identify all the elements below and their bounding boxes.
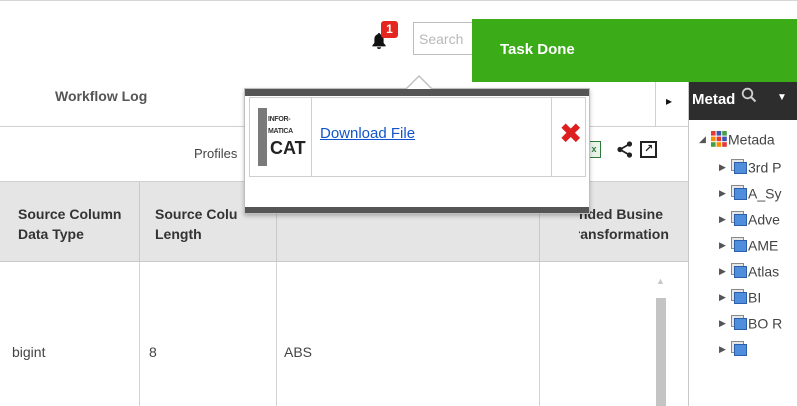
system-folder-icon xyxy=(731,263,747,279)
column-header-line2: Length xyxy=(155,226,202,242)
column-header-source-column-data-type[interactable]: Source Column Data Type xyxy=(0,182,140,262)
expand-caret-icon[interactable]: ▶ xyxy=(719,266,731,277)
tab-workflow-log[interactable]: Workflow Log xyxy=(55,88,147,104)
notification-popup: INFOR- MATICA CAT Download File ✖ xyxy=(244,75,590,214)
metadata-tree: ◢ Metada ▶ 3rd P ▶ A_Sy ▶ Adve ▶ AME ▶ Atlas … xyxy=(689,120,797,406)
tree-node[interactable]: ▶ Adve xyxy=(719,210,780,236)
tree-node[interactable]: ▶ AME xyxy=(719,236,778,262)
tree-root-node[interactable]: ◢ Metada xyxy=(699,130,775,156)
tree-node-label: Metada xyxy=(728,131,775,148)
notification-count-badge: 1 xyxy=(381,21,398,38)
profiles-label[interactable]: Profiles xyxy=(194,146,237,161)
expand-caret-icon[interactable]: ▶ xyxy=(719,214,731,225)
expand-caret-icon[interactable]: ▶ xyxy=(719,292,731,303)
tree-node[interactable]: ▶ A_Sy xyxy=(719,184,781,210)
tab-scroll-right-button[interactable]: ▸ xyxy=(655,80,688,126)
notification-message-cell: Download File xyxy=(312,98,552,176)
chevron-down-icon[interactable]: ▼ xyxy=(777,92,787,103)
logo-stripe xyxy=(258,108,267,166)
popup-bottom-border xyxy=(245,207,589,213)
chevron-right-icon: ▸ xyxy=(666,94,673,108)
task-done-toast[interactable]: Task Done xyxy=(472,19,797,82)
grid-body: bigint 8 ABS ▲ xyxy=(0,262,688,406)
tree-node-label: BO R xyxy=(748,315,783,332)
scrollbar-thumb[interactable] xyxy=(656,298,666,406)
expand-caret-icon[interactable]: ▶ xyxy=(719,344,731,355)
close-icon[interactable]: ✖ xyxy=(559,120,582,148)
tree-node-label: 3rd P xyxy=(748,159,782,176)
cell-text: 8 xyxy=(149,344,157,360)
tree-node-label: BI xyxy=(748,289,762,306)
grid-vertical-scrollbar[interactable]: ▲ xyxy=(653,262,669,406)
grid-cell-length[interactable]: 8 xyxy=(140,262,277,406)
column-header-line1: Source Column xyxy=(18,206,122,222)
share-icon[interactable] xyxy=(617,141,633,158)
expand-caret-icon[interactable]: ▶ xyxy=(719,188,731,199)
tree-node[interactable]: ▶ BI xyxy=(719,288,761,314)
download-file-link[interactable]: Download File xyxy=(320,125,415,142)
column-header-line1: nded Busine xyxy=(579,206,664,222)
scroll-up-arrow-icon[interactable]: ▲ xyxy=(656,276,665,286)
tree-node[interactable]: ▶ BO R xyxy=(719,314,782,340)
tree-node-label: AME xyxy=(748,237,779,254)
logo-text-line1: INFOR- xyxy=(268,116,291,123)
column-header-line2: Data Type xyxy=(18,226,84,242)
metadata-panel: Metad ▼ ◢ Metada ▶ 3rd P ▶ A_Sy ▶ Adve ▶ AME… xyxy=(688,80,797,406)
informatica-cat-logo: INFOR- MATICA CAT xyxy=(258,108,306,166)
system-folder-icon xyxy=(731,315,747,331)
system-folder-icon xyxy=(731,185,747,201)
column-header-line2: Transformation xyxy=(579,226,669,242)
expand-caret-icon[interactable]: ▶ xyxy=(719,240,731,251)
popup-top-border xyxy=(245,89,589,96)
notification-logo-cell: INFOR- MATICA CAT xyxy=(250,98,312,176)
tree-node-label: A_Sy xyxy=(748,185,782,202)
system-folder-icon xyxy=(731,159,747,175)
expand-caret-icon[interactable]: ▶ xyxy=(719,162,731,173)
system-folder-icon xyxy=(731,341,747,357)
system-folder-icon xyxy=(731,237,747,253)
search-icon[interactable] xyxy=(741,87,757,103)
logo-text-line2: MATICA xyxy=(268,128,293,135)
tree-node[interactable]: ▶ 3rd P xyxy=(719,158,781,184)
tree-node[interactable]: ▶ xyxy=(719,340,748,366)
tree-node[interactable]: ▶ Atlas xyxy=(719,262,779,288)
logo-text-line3: CAT xyxy=(270,138,306,158)
grid-cell-transformation[interactable] xyxy=(540,262,653,406)
cell-text: bigint xyxy=(12,344,46,360)
search-input[interactable]: Search xyxy=(413,22,475,55)
notification-close-cell: ✖ xyxy=(552,98,586,176)
system-folder-icon xyxy=(731,289,747,305)
notification-item: INFOR- MATICA CAT Download File ✖ xyxy=(249,97,586,177)
grid-cell-value[interactable]: ABS xyxy=(277,262,540,406)
expand-caret-icon[interactable]: ▶ xyxy=(719,318,731,329)
metadata-grid-icon xyxy=(711,131,727,148)
tree-node-label: Atlas xyxy=(748,263,780,280)
metadata-panel-header: Metad ▼ xyxy=(689,80,797,120)
system-folder-icon xyxy=(731,211,747,227)
metadata-panel-title: Metad xyxy=(692,91,736,108)
cell-text: ABS xyxy=(284,344,313,360)
open-in-new-window-icon[interactable]: ↗ xyxy=(640,141,657,158)
grid-cell-data-type[interactable]: bigint xyxy=(0,262,140,406)
expand-caret-icon[interactable]: ◢ xyxy=(699,134,711,145)
tree-node-label: Adve xyxy=(748,211,780,228)
